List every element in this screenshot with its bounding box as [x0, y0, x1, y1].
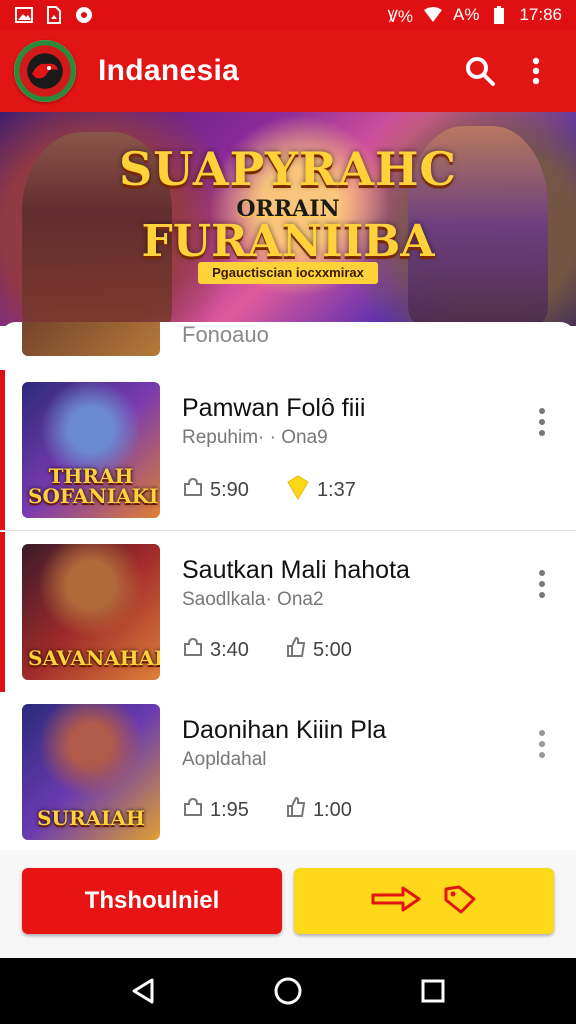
game-subtitle: Aopldahal — [182, 749, 267, 770]
status-bar: Ꝟ% A% 17:86 — [0, 0, 576, 30]
stat-value: 5:90 — [210, 478, 249, 501]
action-bar: Thshoulniel — [0, 850, 576, 958]
more-vert-icon[interactable] — [530, 404, 554, 440]
battery-icon — [489, 6, 509, 24]
game-list: Fonoauo THRAH SOFANIAKI Pamwan Folô fiii… — [0, 322, 576, 850]
puzzle-icon — [182, 796, 204, 824]
thumbs-up-icon — [285, 636, 307, 664]
stat-likes: 1:00 — [285, 796, 352, 824]
star-icon — [285, 474, 311, 506]
vibrate-text: Ꝟ% — [387, 6, 413, 26]
arrow-icon — [371, 885, 421, 918]
stat-value: 5:00 — [312, 638, 352, 661]
banner-tagline: Pgauctiscian iocxxmirax — [198, 262, 378, 284]
selected-indicator — [0, 370, 5, 530]
more-vert-icon[interactable] — [530, 566, 554, 602]
gallery-notification-icon — [14, 6, 34, 24]
list-item[interactable]: SURAIAH Daonihan Kiiin Pla Aopldahal 1:9… — [0, 692, 576, 850]
game-thumbnail[interactable]: SURAIAH — [22, 704, 160, 840]
thumbnail-caption: SURAIAH — [37, 806, 145, 830]
game-subtitle: Repuhim· · Ona9 — [182, 427, 328, 448]
game-thumbnail[interactable]: SAVANAHAR — [22, 544, 160, 680]
thumbs-up-icon — [285, 796, 307, 824]
app-title: Indanesia — [98, 54, 240, 87]
game-thumbnail — [22, 322, 160, 356]
game-subtitle: Saodlkala· Ona2 — [182, 589, 324, 610]
stat-value: 1:95 — [210, 798, 249, 821]
puzzle-icon — [182, 476, 204, 504]
list-item[interactable]: SAVANAHAR Sautkan Mali hahota Saodlkala·… — [0, 532, 576, 693]
app-bar: Indanesia — [0, 30, 576, 112]
stat-plays: 5:90 — [182, 476, 249, 504]
primary-action-button[interactable]: Thshoulniel — [22, 868, 282, 934]
game-thumbnail[interactable]: THRAH SOFANIAKI — [22, 382, 160, 518]
list-item[interactable]: THRAH SOFANIAKI Pamwan Folô fiii Repuhim… — [0, 370, 576, 531]
game-stats: 1:95 1:00 — [182, 796, 388, 824]
tag-icon — [443, 884, 477, 919]
home-icon[interactable] — [268, 971, 308, 1011]
back-icon[interactable] — [123, 971, 163, 1011]
thumbnail-caption: THRAH SOFANIAKI — [28, 464, 159, 508]
list-item-partial[interactable]: Fonoauo — [0, 322, 576, 371]
banner-title-line3: FURANIIBA — [141, 216, 435, 267]
logo-icon[interactable] — [14, 40, 76, 102]
secondary-action-button[interactable] — [294, 868, 554, 934]
recents-icon[interactable] — [413, 971, 453, 1011]
banner-title-line1: SUAPYRAHC — [118, 142, 458, 196]
file-notification-icon — [44, 6, 64, 24]
game-stats: 3:40 5:00 — [182, 636, 388, 664]
more-vert-icon[interactable] — [530, 726, 554, 762]
battery-percent: A% — [452, 5, 480, 24]
selected-indicator — [0, 532, 5, 692]
stat-plays: 3:40 — [182, 636, 249, 664]
stat-value: 1:37 — [316, 478, 356, 501]
search-icon[interactable] — [458, 49, 502, 93]
stat-value: 3:40 — [210, 638, 249, 661]
thumbnail-caption: SAVANAHAR — [28, 646, 160, 670]
game-stats: 5:90 1:37 — [182, 474, 392, 506]
game-title: Sautkan Mali hahota — [182, 556, 410, 584]
promo-banner[interactable]: SUAPYRAHC ORRAIN FURANIIBA Pgauctiscian … — [0, 112, 576, 326]
game-title: Pamwan Folô fiii — [182, 394, 366, 422]
stat-rating: 1:37 — [285, 474, 356, 506]
chat-notification-icon — [74, 6, 94, 24]
wifi-icon — [423, 6, 443, 24]
stat-plays: 1:95 — [182, 796, 249, 824]
system-nav-bar — [0, 958, 576, 1024]
stat-likes: 5:00 — [285, 636, 352, 664]
clock: 17:86 — [519, 5, 562, 24]
game-title: Daonihan Kiiin Pla — [182, 716, 387, 744]
more-vert-icon[interactable] — [514, 49, 558, 93]
game-title: Fonoauo — [182, 322, 269, 347]
stat-value: 1:00 — [312, 798, 352, 821]
puzzle-icon — [182, 636, 204, 664]
